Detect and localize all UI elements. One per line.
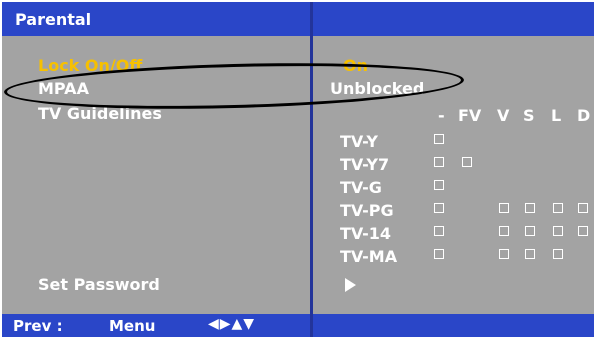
col-header-l: L <box>551 106 562 125</box>
checkbox-tv-ma-s[interactable] <box>525 249 535 259</box>
checkbox-tv-14-d[interactable] <box>578 226 588 236</box>
checkbox-tv-14-v[interactable] <box>499 226 509 236</box>
rating-tv-y7: TV-Y7 <box>340 155 390 174</box>
rating-tv-y: TV-Y <box>340 132 379 151</box>
checkbox-tv-pg-s[interactable] <box>525 203 535 213</box>
play-arrow-icon[interactable] <box>345 278 356 292</box>
rating-tv-ma: TV-MA <box>340 247 398 266</box>
checkbox-tv-y-all[interactable] <box>434 134 444 144</box>
prev-label: Prev : <box>13 317 63 335</box>
checkbox-tv-ma-all[interactable] <box>434 249 444 259</box>
checkbox-tv-ma-l[interactable] <box>553 249 563 259</box>
checkbox-tv-g-all[interactable] <box>434 180 444 190</box>
checkbox-tv-pg-d[interactable] <box>578 203 588 213</box>
checkbox-tv-pg-l[interactable] <box>553 203 563 213</box>
checkbox-tv-14-all[interactable] <box>434 226 444 236</box>
checkbox-tv-y7-all[interactable] <box>434 157 444 167</box>
checkbox-tv-pg-v[interactable] <box>499 203 509 213</box>
rating-tv-pg: TV-PG <box>340 201 394 220</box>
col-header-fv: FV <box>458 106 482 125</box>
header-bar-right <box>313 2 594 36</box>
menu-item-set-password[interactable]: Set Password <box>38 275 160 294</box>
header-bar: Parental <box>2 2 310 36</box>
col-header-v: V <box>497 106 510 125</box>
col-header-d: D <box>577 106 591 125</box>
checkbox-tv-14-l[interactable] <box>553 226 563 236</box>
checkbox-tv-pg-all[interactable] <box>434 203 444 213</box>
rating-tv-g: TV-G <box>340 178 382 197</box>
menu-title: Parental <box>15 10 92 29</box>
panel-divider <box>310 2 313 337</box>
checkbox-tv-14-s[interactable] <box>525 226 535 236</box>
checkbox-tv-y7-fv[interactable] <box>462 157 472 167</box>
col-header-s: S <box>523 106 535 125</box>
checkbox-tv-ma-v[interactable] <box>499 249 509 259</box>
footer-bar-right <box>313 314 594 337</box>
rating-tv-14: TV-14 <box>340 224 392 243</box>
nav-arrows-icon: ◀▶▲▼ <box>208 316 256 332</box>
menu-key-label: Menu <box>109 317 156 335</box>
col-header-dash: - <box>438 106 445 125</box>
